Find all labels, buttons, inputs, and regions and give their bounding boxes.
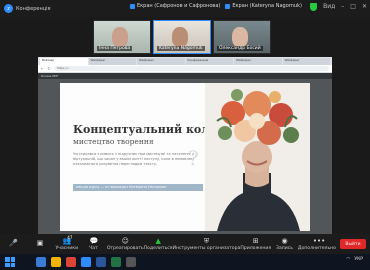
participants-button[interactable]: 👥 47 Учасники (53, 234, 80, 254)
chrome-icon[interactable] (66, 257, 76, 267)
apps-button[interactable]: ⊞ Приложения (240, 234, 271, 254)
minimize-icon[interactable]: – (341, 3, 344, 11)
participant-face (232, 27, 248, 47)
window-title: Конференція (16, 5, 51, 12)
more-icon: ••• (312, 236, 326, 245)
chat-icon: 💬 (89, 236, 99, 245)
collage-image (205, 83, 310, 231)
slide-text-panel: Концептуальний колаж мистецтво творення … (60, 83, 227, 231)
apps-icon: ⊞ (252, 236, 259, 245)
mic-icon: 🎤 (9, 239, 19, 247)
share-pill-2[interactable]: Екран (Kateryna Nagornuk) (225, 3, 302, 9)
browser-tab[interactable]: Wallpaper (88, 58, 136, 65)
tool-label: Инструменты организатора (172, 245, 241, 251)
react-button[interactable]: ☺ Отреагировать (107, 234, 144, 254)
zoom-app-icon[interactable] (81, 257, 91, 267)
participant-tile[interactable]: Інна Петрова (93, 20, 151, 54)
screen-share-icon (225, 3, 231, 9)
system-tray: ◠ УКР (346, 257, 367, 262)
tool-label: Отреагировать (106, 245, 144, 251)
security-shield-icon[interactable] (310, 3, 318, 11)
back-icon[interactable]: ← (41, 66, 44, 71)
zoom-top-bar: z Конференція Екран (Сафронов и Сафронов… (0, 0, 370, 17)
folder-icon[interactable] (51, 257, 61, 267)
view-button[interactable]: Вид (323, 3, 335, 11)
close-icon[interactable]: ✕ (362, 3, 367, 11)
participant-name: Kateryna Nagornuk (157, 46, 205, 51)
browser-tab[interactable]: Конференція (185, 58, 233, 65)
participant-tile-active[interactable]: Kateryna Nagornuk (153, 20, 211, 54)
zoom-window: z Конференція Екран (Сафронов и Сафронов… (0, 0, 370, 270)
tool-label: Дополнительно (297, 245, 336, 251)
language-indicator[interactable]: УКР (354, 257, 363, 262)
participant-name: Інна Петрова (97, 46, 133, 51)
leave-button-wrap: Выйти (336, 234, 370, 254)
meeting-toolbar: 🎤 ▣ 👥 47 Учасники 💬 Чат ☺ Отреагировать … (0, 234, 370, 254)
wifi-icon[interactable]: ◠ (346, 257, 350, 262)
tool-label: Запись (276, 245, 294, 251)
more-button[interactable]: ••• Дополнительно (298, 234, 336, 254)
share-pill-label: Екран (Сафронов и Сафронова) (137, 3, 221, 9)
question-mark-decoration: ? (188, 146, 199, 170)
address-bar: ← ↻ https://... (38, 65, 332, 73)
flower-head-collage-image (205, 83, 310, 231)
tool-label: Учасники (55, 245, 79, 251)
share-icon: ▲ (155, 236, 161, 245)
shared-screen: Вебінар Wallpaper Wallpaper Конференція … (38, 57, 332, 234)
browser-tab[interactable]: Wallpaper (137, 58, 185, 65)
slide-body: Чи стикався з кимось з підручних при мис… (73, 152, 195, 166)
zoom-logo-icon: z (4, 4, 13, 13)
presentation-slide: Концептуальний колаж мистецтво творення … (60, 83, 310, 231)
title-group: z Конференція (4, 4, 51, 13)
tool-label: Поделиться (143, 245, 173, 251)
app-icon[interactable] (126, 257, 136, 267)
pdf-viewer: Концептуальний колаж мистецтво творення … (38, 79, 332, 234)
browser-tab[interactable]: Wallpaper (282, 58, 330, 65)
mute-button[interactable]: 🎤 (0, 234, 27, 254)
share-pill-label: Екран (Kateryna Nagornuk) (232, 3, 302, 9)
share-pill-1[interactable]: Екран (Сафронов и Сафронова) (130, 3, 220, 9)
share-banner: Екран (Сафронов и Сафронова) Екран (Kate… (130, 3, 302, 9)
participant-face (112, 27, 128, 47)
participant-strip: Інна Петрова Kateryna Nagornuk Олександр… (93, 20, 271, 54)
browser-tab[interactable]: Wallpaper (234, 58, 282, 65)
screen-share-icon (130, 3, 135, 9)
excel-icon[interactable] (111, 257, 121, 267)
record-button[interactable]: ◉ Запись (271, 234, 298, 254)
start-icon[interactable] (5, 257, 15, 267)
leave-button[interactable]: Выйти (339, 239, 366, 249)
video-icon: ▣ (36, 239, 44, 247)
participant-name: Олександр Босий (217, 46, 263, 51)
record-icon: ◉ (281, 236, 288, 245)
window-controls: Вид – □ ✕ (310, 3, 367, 11)
reload-icon[interactable]: ↻ (47, 66, 50, 71)
browser-tab-strip: Вебінар Wallpaper Wallpaper Конференція … (38, 57, 332, 65)
chat-button[interactable]: 💬 Чат (80, 234, 107, 254)
share-screen-button[interactable]: ▲ Поделиться (144, 234, 173, 254)
windows-taskbar: ◠ УКР (0, 254, 370, 270)
pinned-apps (36, 257, 136, 267)
maximize-icon[interactable]: □ (350, 3, 356, 11)
host-tools-icon: ⛨ (203, 236, 210, 245)
url-input[interactable]: https://... (53, 66, 329, 71)
pdf-title: Колаж PDF (41, 74, 59, 78)
participant-face (172, 27, 188, 47)
video-button[interactable]: ▣ (27, 234, 54, 254)
slide-caption-bar: лекція курсу — от викладач Катерина Наго… (73, 184, 203, 191)
browser-tab[interactable]: Вебінар (40, 58, 88, 65)
explorer-icon[interactable] (36, 257, 46, 267)
host-tools-button[interactable]: ⛨ Инструменты организатора (173, 234, 241, 254)
word-icon[interactable] (96, 257, 106, 267)
tool-label: Приложения (240, 245, 272, 251)
slide-subtitle: мистецтво творення (73, 137, 154, 146)
react-icon: ☺ (121, 236, 129, 245)
tool-label: Чат (89, 245, 98, 251)
participant-count-badge: 47 (67, 235, 73, 240)
participant-tile[interactable]: Олександр Босий (213, 20, 271, 54)
